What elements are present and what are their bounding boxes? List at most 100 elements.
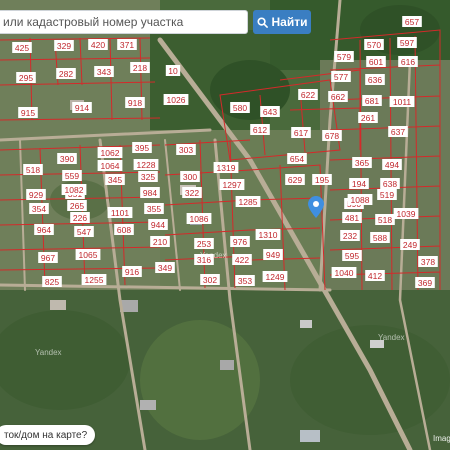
parcel-number-label[interactable]: 654 [287,153,307,164]
parcel-number-label[interactable]: 1082 [61,184,87,195]
parcel-number-label[interactable]: 622 [298,89,318,100]
parcel-number-label[interactable]: 678 [322,130,342,141]
parcel-number-label[interactable]: 218 [130,62,150,73]
parcel-number-label[interactable]: 918 [125,97,145,108]
parcel-number-label[interactable]: 601 [366,56,386,67]
parcel-number-label[interactable]: 519 [377,189,397,200]
satellite-map[interactable]: 425 329 420 371 295 282 343 218 10 915 914 918 1026 3… [0,0,450,450]
parcel-number-label[interactable]: 354 [29,203,49,214]
parcel-number-label[interactable]: 580 [230,102,250,113]
parcel-number-label[interactable]: 518 [23,164,43,175]
parcel-number-label[interactable]: 1039 [393,208,419,219]
parcel-number-label[interactable]: 915 [18,107,38,118]
parcel-number-label[interactable]: 345 [105,174,125,185]
parcel-number-label[interactable]: 1101 [107,207,133,218]
parcel-number-label[interactable]: 343 [94,66,114,77]
parcel-number-label[interactable]: 1011 [389,96,415,107]
parcel-number-label[interactable]: 1062 [97,147,123,158]
parcel-number-label[interactable]: 10 [165,65,181,76]
parcel-number-label[interactable]: 302 [200,274,220,285]
parcel-number-label[interactable]: 1255 [81,274,107,285]
parcel-number-label[interactable]: 261 [358,112,378,123]
parcel-number-label[interactable]: 916 [122,266,142,277]
parcel-number-label[interactable]: 378 [418,256,438,267]
parcel-number-label[interactable]: 929 [26,189,46,200]
parcel-number-label[interactable]: 355 [144,203,164,214]
parcel-number-label[interactable]: 547 [74,226,94,237]
parcel-number-label[interactable]: 1249 [262,271,288,282]
parcel-number-label[interactable]: 681 [362,95,382,106]
parcel-number-label[interactable]: 253 [194,238,214,249]
parcel-number-label[interactable]: 976 [230,236,250,247]
parcel-number-label[interactable]: 1026 [163,94,189,105]
parcel-number-label[interactable]: 349 [155,262,175,273]
parcel-number-label[interactable]: 369 [415,277,435,288]
parcel-number-label[interactable]: 481 [342,212,362,223]
parcel-number-label[interactable]: 559 [62,170,82,181]
parcel-number-label[interactable]: 518 [375,214,395,225]
parcel-number-label[interactable]: 295 [16,72,36,83]
parcel-number-label[interactable]: 1064 [97,160,123,171]
parcel-number-label[interactable]: 210 [150,236,170,247]
location-pin-icon[interactable] [308,196,324,218]
parcel-number-label[interactable]: 232 [340,230,360,241]
parcel-number-label[interactable]: 629 [285,174,305,185]
parcel-number-label[interactable]: 967 [38,252,58,263]
parcel-number-label[interactable]: 944 [148,219,168,230]
parcel-number-label[interactable]: 249 [400,239,420,250]
parcel-number-label[interactable]: 1086 [186,213,212,224]
search-input[interactable] [0,10,248,34]
parcel-number-label[interactable]: 638 [380,178,400,189]
parcel-number-label[interactable]: 984 [140,187,160,198]
parcel-number-label[interactable]: 390 [57,153,77,164]
parcel-number-label[interactable]: 303 [176,144,196,155]
parcel-number-label[interactable]: 325 [138,171,158,182]
parcel-number-label[interactable]: 322 [182,187,202,198]
parcel-number-label[interactable]: 617 [291,127,311,138]
parcel-number-label[interactable]: 395 [132,142,152,153]
parcel-number-label[interactable]: 420 [88,39,108,50]
parcel-number-label[interactable]: 1228 [133,159,159,170]
parcel-number-label[interactable]: 300 [180,171,200,182]
parcel-number-label[interactable]: 657 [402,16,422,27]
parcel-number-label[interactable]: 637 [388,126,408,137]
parcel-number-label[interactable]: 1285 [235,196,261,207]
parcel-number-label[interactable]: 371 [117,39,137,50]
parcel-number-label[interactable]: 1310 [255,229,281,240]
parcel-number-label[interactable]: 595 [342,250,362,261]
parcel-number-label[interactable]: 949 [263,249,283,260]
parcel-number-label[interactable]: 195 [312,174,332,185]
find-on-map-prompt[interactable]: ток/дом на карте? [0,425,96,445]
parcel-number-label[interactable]: 425 [12,42,32,53]
parcel-number-label[interactable]: 1319 [213,162,239,173]
parcel-number-label[interactable]: 365 [352,157,372,168]
parcel-number-label[interactable]: 353 [235,275,255,286]
parcel-number-label[interactable]: 662 [328,91,348,102]
parcel-number-label[interactable]: 588 [370,232,390,243]
parcel-number-label[interactable]: 1297 [219,179,245,190]
parcel-number-label[interactable]: 265 [67,200,87,211]
parcel-number-label[interactable]: 636 [365,74,385,85]
parcel-number-label[interactable]: 329 [54,40,74,51]
parcel-number-label[interactable]: 570 [364,39,384,50]
parcel-number-label[interactable]: 612 [250,124,270,135]
parcel-number-label[interactable]: 914 [72,102,92,113]
parcel-number-label[interactable]: 597 [397,37,417,48]
parcel-number-label[interactable]: 422 [232,254,252,265]
search-button[interactable]: Найти [253,10,311,34]
parcel-number-label[interactable]: 964 [34,224,54,235]
parcel-number-label[interactable]: 616 [398,56,418,67]
parcel-number-label[interactable]: 494 [382,159,402,170]
parcel-number-label[interactable]: 1065 [75,249,101,260]
parcel-number-label[interactable]: 643 [260,106,280,117]
parcel-number-label[interactable]: 282 [56,68,76,79]
parcel-number-label[interactable]: 579 [334,51,354,62]
parcel-number-label[interactable]: 1040 [331,267,357,278]
parcel-number-label[interactable]: 226 [70,212,90,223]
parcel-number-label[interactable]: 577 [331,71,351,82]
parcel-number-label[interactable]: 194 [349,178,369,189]
parcel-number-label[interactable]: 825 [42,276,62,287]
parcel-number-label[interactable]: 608 [114,224,134,235]
parcel-number-label[interactable]: 1088 [347,194,373,205]
parcel-number-label[interactable]: 412 [365,270,385,281]
